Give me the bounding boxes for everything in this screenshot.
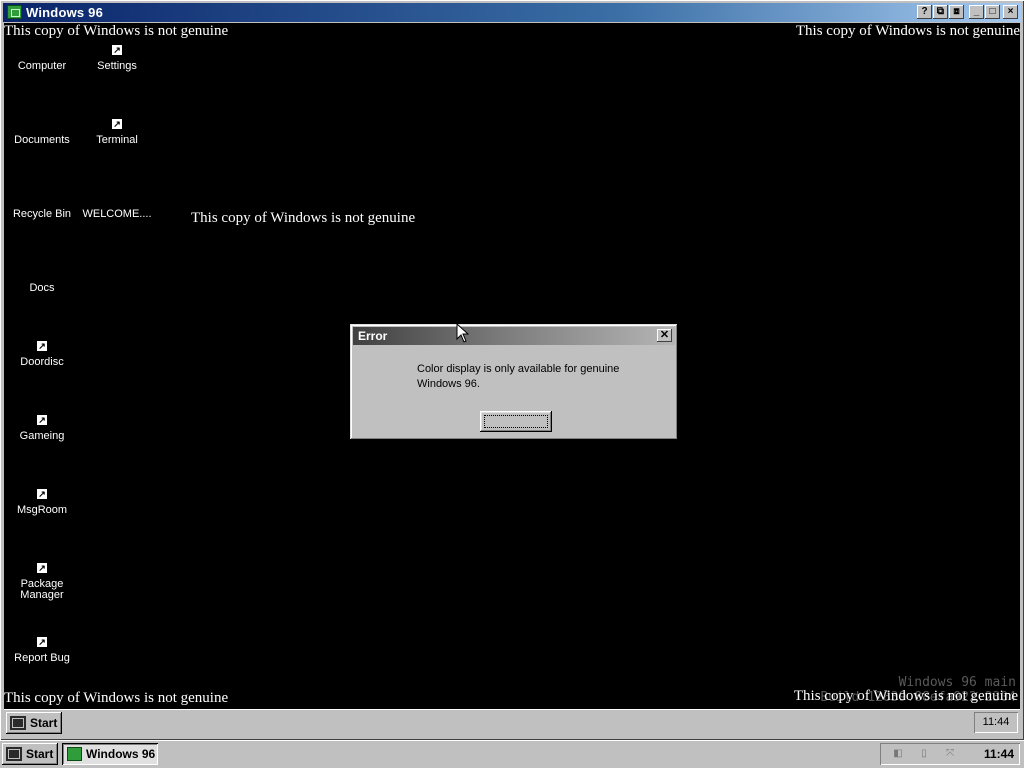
icon-label: WELCOME.... bbox=[82, 208, 152, 220]
restore-screen-button[interactable]: ⧈ bbox=[949, 5, 964, 19]
watermark-top-right: This copy of Windows is not genuine bbox=[795, 23, 1020, 39]
shortcut-arrow-icon bbox=[26, 341, 58, 353]
start-logo-icon bbox=[10, 716, 26, 730]
desktop-icon-recycle-bin[interactable]: Recycle Bin bbox=[4, 193, 82, 220]
desktop-icon-documents[interactable]: Documents bbox=[4, 119, 82, 146]
watermark-center: This copy of Windows is not genuine bbox=[191, 210, 416, 226]
documents-icon bbox=[26, 119, 58, 131]
guest-taskbar: Start 11:44 bbox=[4, 709, 1020, 737]
guest-clock[interactable]: 11:44 bbox=[974, 712, 1018, 733]
computer-icon bbox=[26, 45, 58, 57]
icon-label: Recycle Bin bbox=[12, 208, 72, 220]
desktop-icon-computer[interactable]: Computer bbox=[4, 45, 82, 72]
ok-button[interactable] bbox=[480, 411, 552, 432]
watermark-bottom-left: This copy of Windows is not genuine bbox=[4, 690, 229, 706]
fullscreen-button[interactable]: ⧉ bbox=[933, 5, 948, 19]
host-taskbar: Start Windows 96 ◧ ▯ ⤧ 11:44 bbox=[0, 740, 1024, 768]
mouse-pointer-icon bbox=[456, 323, 469, 343]
fullscreen-icon[interactable]: ⤧ bbox=[942, 747, 958, 761]
desktop-icon-docs[interactable]: Docs bbox=[4, 267, 82, 294]
icon-label: Terminal bbox=[96, 134, 138, 146]
network-icon[interactable]: ▯ bbox=[916, 747, 932, 761]
recycle-bin-icon bbox=[26, 193, 58, 205]
shortcut-arrow-icon bbox=[26, 637, 58, 649]
desktop-icon-gameing[interactable]: Gameing bbox=[4, 415, 82, 442]
desktop-icon-welcome[interactable]: WELCOME.... bbox=[77, 193, 157, 220]
icon-label: Package Manager bbox=[20, 578, 64, 601]
taskbar-windows96-button[interactable]: Windows 96 bbox=[62, 743, 158, 765]
error-message: Color display is only available for genu… bbox=[417, 363, 620, 390]
desktop-icon-report-bug[interactable]: Report Bug bbox=[4, 637, 82, 664]
icon-label: Gameing bbox=[19, 430, 65, 442]
windows96-app-icon bbox=[67, 747, 82, 761]
host-window: Windows 96 ? ⧉ ⧈ _ □ × This copy of Wind… bbox=[0, 0, 1024, 740]
icon-label: MsgRoom bbox=[16, 504, 68, 516]
desktop-icon-terminal[interactable]: Terminal bbox=[77, 119, 157, 146]
icon-label: Documents bbox=[14, 134, 70, 146]
error-dialog-titlebar[interactable]: Error ✕ bbox=[353, 327, 675, 345]
error-dialog: Error ✕ Color display is only available … bbox=[350, 324, 678, 440]
minimize-button[interactable]: _ bbox=[969, 5, 984, 19]
icon-label: Report Bug bbox=[14, 652, 70, 664]
desktop-icon-settings[interactable]: Settings bbox=[77, 45, 157, 72]
desktop-icon-package-manager[interactable]: Package Manager bbox=[4, 563, 82, 601]
dialog-close-button[interactable]: ✕ bbox=[657, 329, 672, 342]
host-titlebar[interactable]: Windows 96 ? ⧉ ⧈ _ □ × bbox=[3, 3, 1021, 22]
guest-start-button[interactable]: Start bbox=[6, 712, 62, 734]
host-start-label: Start bbox=[26, 747, 54, 761]
desktop-icon-msgroom[interactable]: MsgRoom bbox=[4, 489, 82, 516]
host-clock[interactable]: 11:44 bbox=[984, 743, 1014, 765]
shortcut-arrow-icon bbox=[26, 489, 58, 501]
icon-label: Doordisc bbox=[20, 356, 64, 368]
maximize-button[interactable]: □ bbox=[985, 5, 1000, 19]
host-start-button[interactable]: Start bbox=[2, 743, 58, 765]
document-icon bbox=[101, 193, 133, 205]
folder-icon bbox=[26, 267, 58, 279]
taskbar-item-label: Windows 96 bbox=[86, 747, 156, 761]
desktop-icon-doordisc[interactable]: Doordisc bbox=[4, 341, 82, 368]
help-button[interactable]: ? bbox=[917, 5, 932, 19]
error-dialog-title: Error bbox=[358, 329, 388, 343]
shortcut-arrow-icon bbox=[101, 119, 133, 131]
icon-label: Settings bbox=[97, 60, 137, 72]
host-window-title: Windows 96 bbox=[26, 5, 104, 20]
system-tray: ◧ ▯ ⤧ 11:44 bbox=[880, 743, 1020, 765]
speaker-icon[interactable]: ◧ bbox=[890, 747, 906, 761]
shortcut-arrow-icon bbox=[26, 563, 58, 575]
watermark-bottom-right: This copy of Windows is not genuine bbox=[793, 688, 1018, 704]
shortcut-arrow-icon bbox=[101, 45, 133, 57]
icon-label: Docs bbox=[29, 282, 55, 294]
icon-label: Computer bbox=[17, 60, 67, 72]
start-logo-icon bbox=[6, 747, 22, 761]
guest-start-label: Start bbox=[30, 716, 58, 730]
windows96-app-icon bbox=[7, 5, 22, 19]
watermark-top-left: This copy of Windows is not genuine bbox=[4, 23, 229, 39]
shortcut-arrow-icon bbox=[26, 415, 58, 427]
close-button[interactable]: × bbox=[1003, 5, 1018, 19]
